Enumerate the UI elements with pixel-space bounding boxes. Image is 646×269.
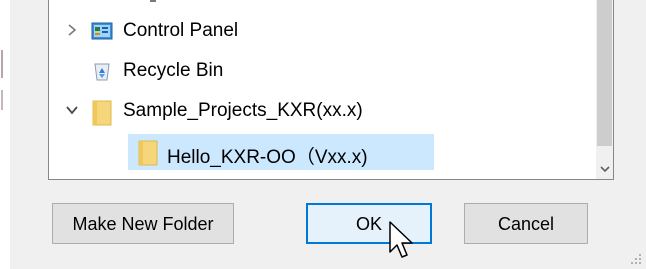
mouse-cursor-icon — [389, 221, 413, 258]
tree-item-label: Hello_KXR-OO（Vxx.x) — [167, 147, 368, 168]
tree-item-label: Sample_Projects_KXR(xx.x) — [123, 100, 363, 121]
tree-item-hello-kxr[interactable]: Hello_KXR-OO（Vxx.x) — [49, 134, 595, 168]
browse-folder-dialog: Control Panel Recycle Bin Sample_Project… — [10, 0, 646, 269]
folder-icon — [137, 140, 159, 166]
folder-tree[interactable]: Control Panel Recycle Bin Sample_Project… — [48, 0, 614, 180]
cancel-button[interactable]: Cancel — [464, 203, 588, 244]
edge-mark — [1, 90, 3, 110]
window-edge — [0, 0, 10, 269]
chevron-down-icon[interactable] — [65, 103, 79, 117]
vertical-scrollbar[interactable] — [596, 0, 613, 179]
tree-item-label: Control Panel — [123, 20, 239, 41]
folder-icon — [91, 100, 113, 126]
tree-connector — [150, 0, 156, 2]
control-panel-icon — [91, 20, 113, 42]
chevron-down-icon — [600, 166, 610, 173]
resize-grip-icon[interactable] — [630, 253, 642, 265]
edge-mark — [1, 50, 3, 78]
scrollbar-thumb[interactable] — [597, 0, 612, 146]
tree-item-sample-projects[interactable]: Sample_Projects_KXR(xx.x) — [49, 94, 595, 128]
tree-item-recycle-bin[interactable]: Recycle Bin — [49, 54, 595, 88]
tree-item-label: Recycle Bin — [123, 60, 224, 81]
recycle-bin-icon — [91, 60, 113, 82]
scroll-down-button[interactable] — [596, 159, 613, 179]
chevron-right-icon[interactable] — [65, 23, 79, 37]
make-new-folder-button[interactable]: Make New Folder — [52, 203, 234, 244]
tree-item-control-panel[interactable]: Control Panel — [49, 14, 595, 48]
